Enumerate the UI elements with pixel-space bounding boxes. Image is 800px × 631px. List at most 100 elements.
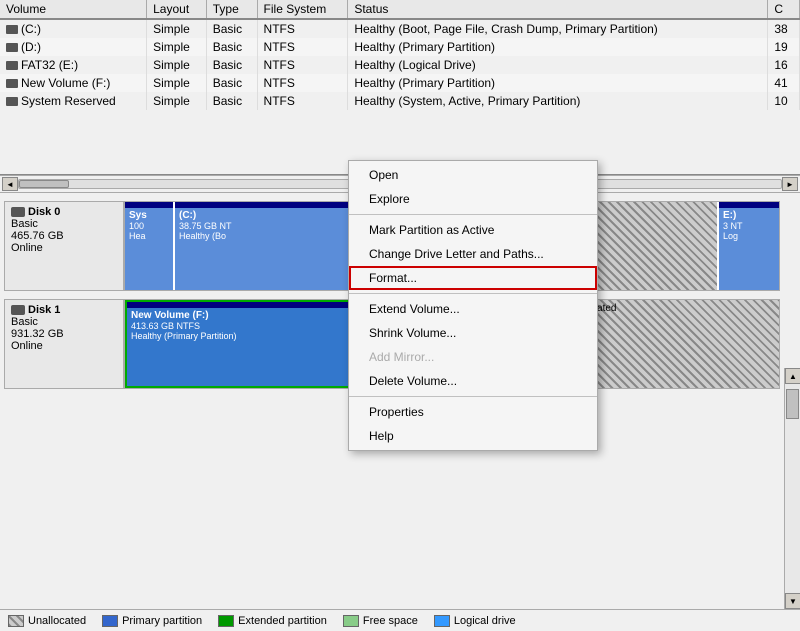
cell-status: Healthy (Logical Drive) [348,56,768,74]
menu-extend[interactable]: Extend Volume... [349,297,597,321]
sys-label: Sys [129,210,169,221]
table-row[interactable]: (C:) Simple Basic NTFS Healthy (Boot, Pa… [0,19,800,38]
legend-unallocated-label: Unallocated [28,615,86,627]
disk0-size: 465.76 GB [11,230,117,242]
scroll-down-btn[interactable]: ▼ [785,593,800,609]
cell-type: Basic [206,56,257,74]
disk0-type: Basic [11,218,117,230]
disk0-status: Online [11,242,117,254]
cell-fs: NTFS [257,19,348,38]
legend-logical-label: Logical drive [454,615,516,627]
col-layout: Layout [147,0,207,19]
sys-extra: Hea [129,231,169,241]
table-row[interactable]: (D:) Simple Basic NTFS Healthy (Primary … [0,38,800,56]
cell-status: Healthy (Primary Partition) [348,74,768,92]
disk1-type: Basic [11,316,117,328]
cell-volume: (C:) [0,19,147,38]
menu-delete[interactable]: Delete Volume... [349,369,597,393]
volume-table: Volume Layout Type File System Status C … [0,0,800,110]
disk0-name: Disk 0 [28,206,60,218]
legend-extended-color [218,615,234,627]
separator-3 [349,396,597,397]
menu-help[interactable]: Help [349,424,597,448]
legend-primary: Primary partition [102,615,202,627]
volume-table-area: Volume Layout Type File System Status C … [0,0,800,175]
cell-status: Healthy (Boot, Page File, Crash Dump, Pr… [348,19,768,38]
cell-volume: New Volume (F:) [0,74,147,92]
vertical-scrollbar[interactable]: ▲ ▼ [784,368,800,609]
separator-2 [349,293,597,294]
col-c: C [768,0,800,19]
sys-top-bar [125,202,173,208]
menu-properties[interactable]: Properties [349,400,597,424]
cell-fs: NTFS [257,56,348,74]
cell-fs: NTFS [257,38,348,56]
table-row[interactable]: System Reserved Simple Basic NTFS Health… [0,92,800,110]
scroll-up-btn[interactable]: ▲ [785,368,800,384]
e-top-bar [719,202,779,208]
cell-type: Basic [206,74,257,92]
legend-extended-label: Extended partition [238,615,327,627]
legend-free-color [343,615,359,627]
legend-free-label: Free space [363,615,418,627]
cell-volume: System Reserved [0,92,147,110]
scroll-left-btn[interactable]: ◄ [2,177,18,191]
cell-volume: FAT32 (E:) [0,56,147,74]
sys-size: 100 [129,221,169,231]
cell-type: Basic [206,19,257,38]
legend-logical: Logical drive [434,615,516,627]
legend-free: Free space [343,615,418,627]
cell-layout: Simple [147,19,207,38]
v-scroll-track[interactable] [785,384,800,593]
disk1-name: Disk 1 [28,304,60,316]
cell-status: Healthy (Primary Partition) [348,38,768,56]
disk-management-window: Volume Layout Type File System Status C … [0,0,800,631]
scroll-thumb[interactable] [19,180,69,188]
cell-size: 16 [768,56,800,74]
disk1-size: 931.32 GB [11,328,117,340]
cell-size: 38 [768,19,800,38]
table-row[interactable]: FAT32 (E:) Simple Basic NTFS Healthy (Lo… [0,56,800,74]
cell-size: 41 [768,74,800,92]
v-scroll-thumb[interactable] [786,389,799,419]
separator-1 [349,214,597,215]
col-status: Status [348,0,768,19]
legend-primary-color [102,615,118,627]
e-label: E:) [723,210,775,221]
e-size: 3 NT [723,221,775,231]
cell-status: Healthy (System, Active, Primary Partiti… [348,92,768,110]
scroll-right-btn[interactable]: ► [782,177,798,191]
cell-layout: Simple [147,74,207,92]
cell-fs: NTFS [257,92,348,110]
col-filesystem: File System [257,0,348,19]
cell-type: Basic [206,38,257,56]
table-row[interactable]: New Volume (F:) Simple Basic NTFS Health… [0,74,800,92]
cell-fs: NTFS [257,74,348,92]
menu-format[interactable]: Format... [349,266,597,290]
cell-layout: Simple [147,92,207,110]
menu-add-mirror: Add Mirror... [349,345,597,369]
disk0-icon [11,207,25,217]
col-volume: Volume [0,0,147,19]
menu-shrink[interactable]: Shrink Volume... [349,321,597,345]
disk1-label: Disk 1 Basic 931.32 GB Online [4,299,124,389]
disk0-label: Disk 0 Basic 465.76 GB Online [4,201,124,291]
menu-explore[interactable]: Explore [349,187,597,211]
context-menu: Open Explore Mark Partition as Active Ch… [348,160,598,451]
col-type: Type [206,0,257,19]
menu-open[interactable]: Open [349,163,597,187]
legend: Unallocated Primary partition Extended p… [0,609,800,631]
disk0-e-partition[interactable]: E:) 3 NT Log [719,202,779,290]
legend-extended: Extended partition [218,615,327,627]
e-extra: Log [723,231,775,241]
disk0-sys-partition[interactable]: Sys 100 Hea [125,202,175,290]
cell-size: 19 [768,38,800,56]
legend-unallocated: Unallocated [8,615,86,627]
legend-unallocated-color [8,615,24,627]
disk1-icon [11,305,25,315]
disk1-status: Online [11,340,117,352]
cell-layout: Simple [147,56,207,74]
menu-change-letter[interactable]: Change Drive Letter and Paths... [349,242,597,266]
cell-volume: (D:) [0,38,147,56]
menu-mark-active[interactable]: Mark Partition as Active [349,218,597,242]
